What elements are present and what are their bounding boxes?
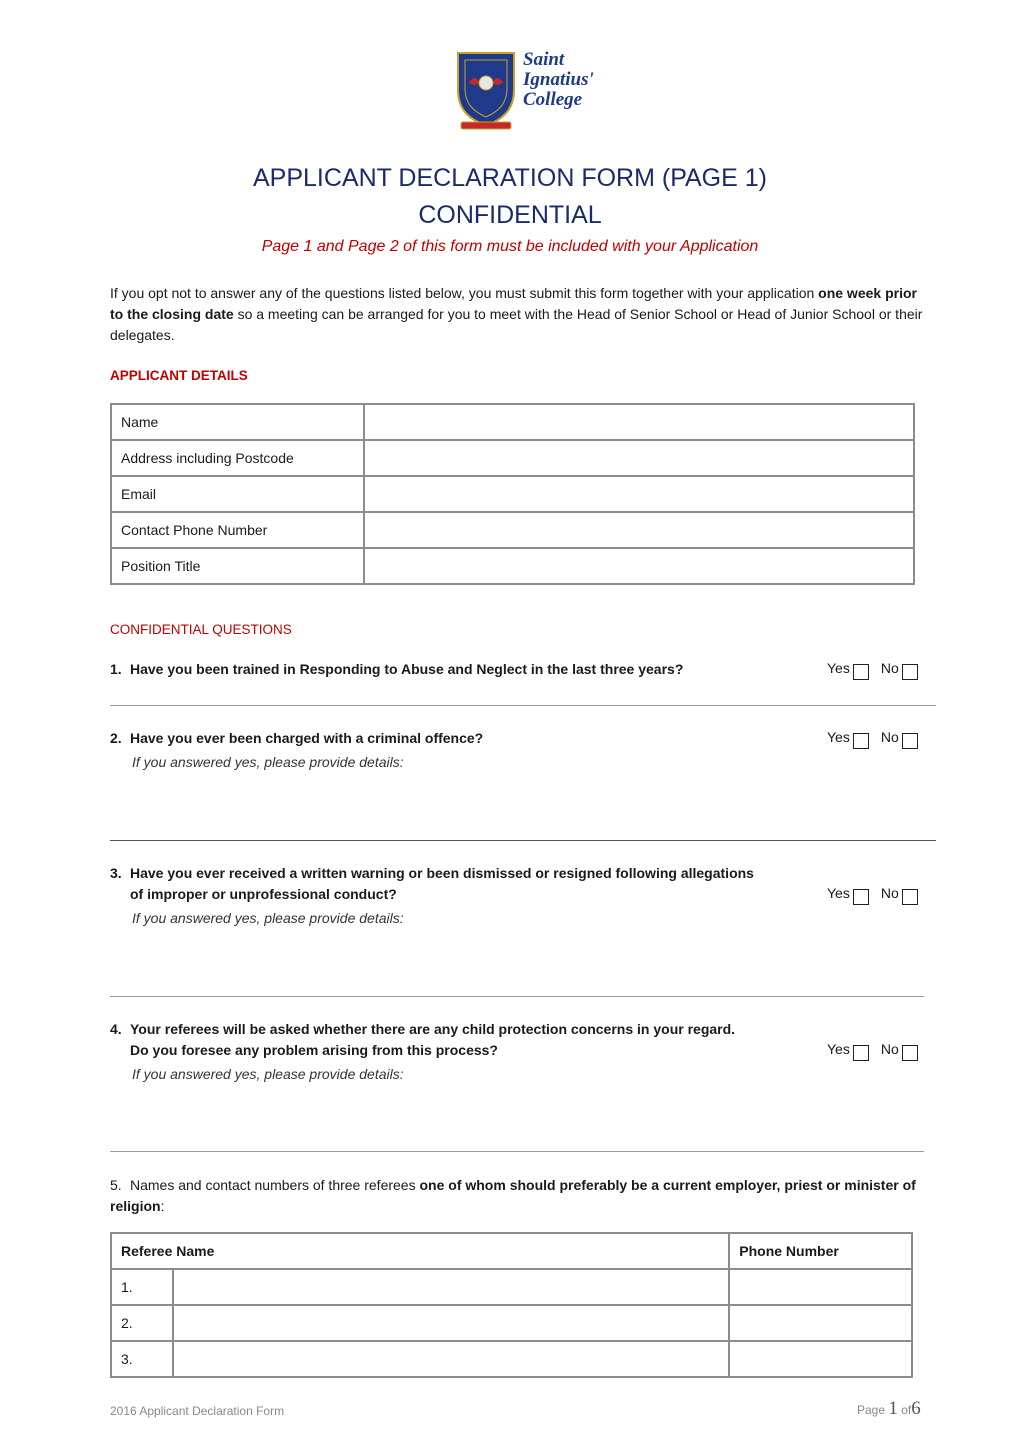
question-5: 5. Names and contact numbers of three ref… — [110, 1175, 930, 1217]
of-word: of — [901, 1403, 912, 1417]
no-label: No — [880, 1041, 899, 1057]
referee-name-header: Referee Name — [109, 1232, 731, 1270]
q3-details-field[interactable] — [132, 930, 922, 990]
q4-details-hint: If you answered yes, please provide deta… — [132, 1066, 404, 1082]
name-field[interactable] — [363, 403, 915, 441]
footer-document-title: 2016 Applicant Declaration Form — [110, 1404, 285, 1418]
table-row: Email — [110, 475, 915, 513]
field-label: Email — [110, 475, 365, 513]
referees-table: Referee Name Phone Number 1. 2. 3. — [109, 1232, 913, 1378]
question-text: Your referees will be asked whether ther… — [130, 1021, 736, 1037]
q4-no-checkbox[interactable] — [901, 1045, 918, 1061]
referee-3-phone-field[interactable] — [728, 1340, 913, 1378]
referee-1-phone-field[interactable] — [728, 1268, 913, 1306]
question-number: 4. — [110, 1021, 122, 1037]
table-row: Name — [110, 403, 915, 441]
table-row: 3. — [110, 1340, 913, 1378]
yes-label: Yes — [827, 660, 850, 676]
referee-1-name-field[interactable] — [171, 1268, 731, 1306]
intro-text-1: If you opt not to answer any of the ques… — [110, 285, 819, 301]
logo-line-1: Saint — [523, 49, 565, 70]
intro-paragraph: If you opt not to answer any of the ques… — [110, 283, 930, 346]
college-crest-logo — [457, 52, 515, 130]
q2-details-hint: If you answered yes, please provide deta… — [132, 754, 404, 770]
yes-label: Yes — [827, 1041, 850, 1057]
referee-3-name-field[interactable] — [171, 1340, 731, 1378]
field-label: Address including Postcode — [110, 439, 365, 477]
table-header-row: Referee Name Phone Number — [109, 1232, 913, 1270]
field-label: Name — [110, 403, 365, 441]
q1-no-checkbox[interactable] — [901, 664, 918, 680]
table-row: 1. — [110, 1268, 913, 1306]
q3-yes-checkbox[interactable] — [852, 889, 869, 905]
question-4: 4. Your referees will be asked whether th… — [110, 1019, 735, 1061]
question-text: Names and contact numbers of three refer… — [130, 1177, 420, 1193]
table-row: Position Title — [110, 547, 915, 585]
q3-no-checkbox[interactable] — [901, 889, 918, 905]
referee-row-number: 2. — [110, 1304, 174, 1342]
question-4-answer: Yes No — [827, 1041, 927, 1061]
question-3: 3. Have you ever received a written warni… — [110, 863, 754, 905]
q2-no-checkbox[interactable] — [901, 733, 918, 749]
referee-2-phone-field[interactable] — [728, 1304, 913, 1342]
applicant-details-table: Name Address including Postcode Email Co… — [110, 403, 915, 585]
page-title: APPLICANT DECLARATION FORM (PAGE 1) — [253, 164, 767, 192]
referee-2-name-field[interactable] — [171, 1304, 731, 1342]
question-number: 1. — [110, 661, 122, 677]
q2-details-field[interactable] — [132, 775, 922, 835]
q3-details-hint: If you answered yes, please provide deta… — [132, 910, 404, 926]
table-row: Contact Phone Number — [110, 511, 915, 549]
referee-row-number: 1. — [110, 1268, 174, 1306]
page-number: 1 — [888, 1398, 898, 1419]
question-number: 3. — [110, 865, 122, 881]
question-text: Have you ever received a written warning… — [130, 865, 754, 881]
phone-field[interactable] — [363, 511, 915, 549]
confidential-questions-heading: CONFIDENTIAL QUESTIONS — [110, 622, 292, 637]
question-2: 2. Have you ever been charged with a crim… — [110, 728, 483, 749]
q1-yes-checkbox[interactable] — [852, 664, 869, 680]
no-label: No — [880, 660, 899, 676]
position-title-field[interactable] — [363, 547, 915, 585]
question-text: Have you ever been charged with a crimin… — [130, 730, 484, 746]
divider — [110, 705, 936, 706]
yes-label: Yes — [827, 729, 850, 745]
applicant-details-heading: APPLICANT DETAILS — [110, 368, 248, 383]
question-1-answer: Yes No — [827, 660, 927, 680]
yes-label: Yes — [827, 885, 850, 901]
q2-yes-checkbox[interactable] — [852, 733, 869, 749]
question-1: 1. Have you been trained in Responding to… — [110, 659, 683, 680]
page-indicator: Page 1 of6 — [857, 1398, 921, 1420]
logo-line-2: Ignatius' — [523, 69, 594, 90]
question-tail: : — [160, 1198, 165, 1214]
field-label: Contact Phone Number — [110, 511, 365, 549]
question-text: Have you been trained in Responding to A… — [130, 661, 684, 677]
referee-row-number: 3. — [110, 1340, 174, 1378]
question-2-answer: Yes No — [827, 729, 927, 749]
phone-number-header: Phone Number — [728, 1232, 913, 1270]
address-field[interactable] — [363, 439, 915, 477]
inclusion-notice: Page 1 and Page 2 of this form must be i… — [261, 238, 759, 255]
question-text-line-2: of improper or unprofessional conduct? — [130, 886, 397, 902]
question-number: 2. — [110, 730, 122, 746]
question-3-answer: Yes No — [827, 885, 927, 905]
divider — [110, 840, 936, 841]
divider — [110, 996, 924, 997]
page-word: Page — [857, 1403, 886, 1417]
q4-details-field[interactable] — [132, 1086, 922, 1146]
table-row: Address including Postcode — [110, 439, 915, 477]
page-total: 6 — [911, 1398, 921, 1419]
logo-line-3: College — [523, 89, 583, 110]
email-field[interactable] — [363, 475, 915, 513]
question-number: 5. — [110, 1177, 122, 1193]
confidential-title: CONFIDENTIAL — [418, 201, 602, 229]
divider — [110, 1151, 924, 1152]
no-label: No — [880, 729, 899, 745]
question-text-line-2: Do you foresee any problem arising from … — [130, 1042, 498, 1058]
q4-yes-checkbox[interactable] — [852, 1045, 869, 1061]
no-label: No — [880, 885, 899, 901]
college-name-logo: Saint Ignatius' College — [523, 50, 594, 110]
table-row: 2. — [110, 1304, 913, 1342]
field-label: Position Title — [110, 547, 365, 585]
